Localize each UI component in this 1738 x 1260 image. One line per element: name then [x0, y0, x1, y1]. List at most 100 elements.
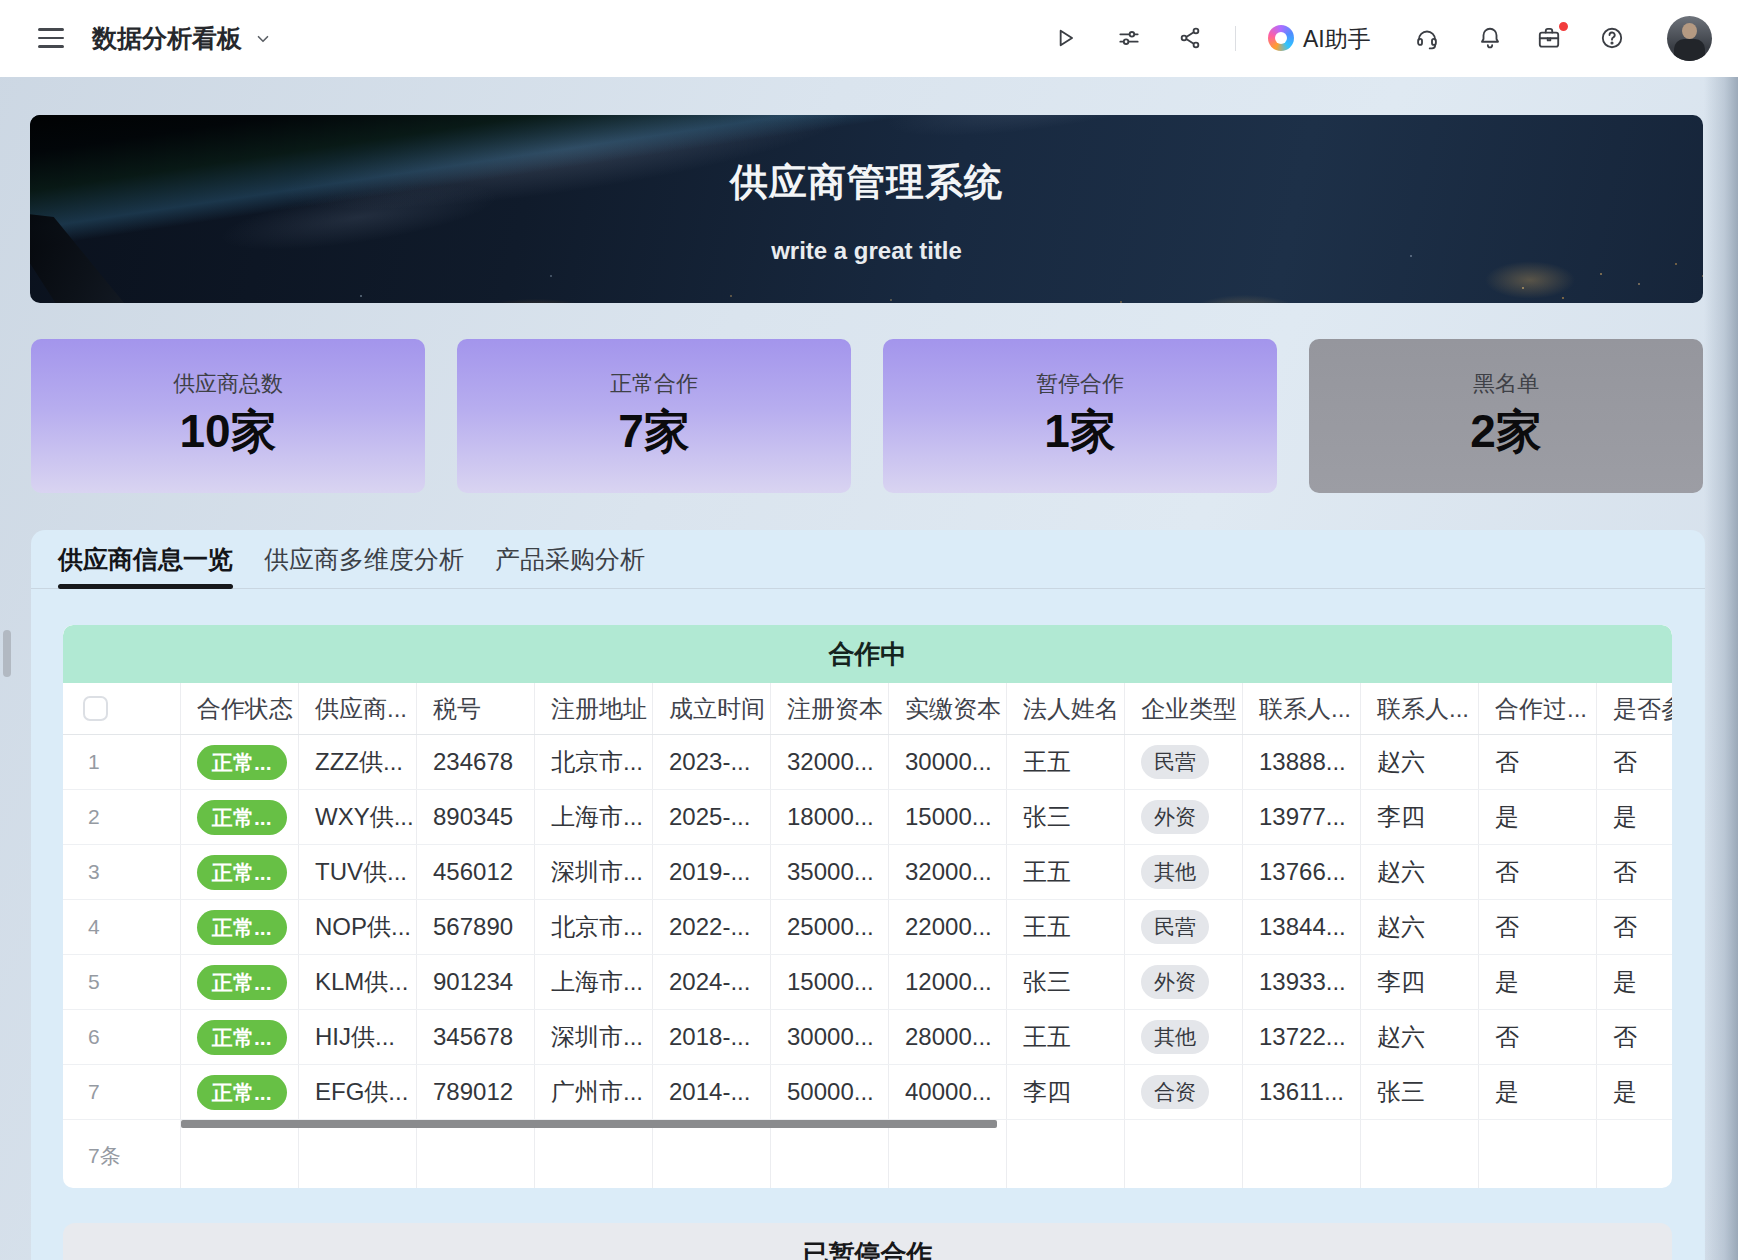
- table-row[interactable]: 5正常...KLM供...901234上海市...2024-...15000..…: [63, 955, 1672, 1010]
- table-footer-row: 7条: [63, 1120, 1672, 1188]
- table-cell: EFG供...: [299, 1065, 417, 1119]
- play-icon[interactable]: [1052, 25, 1078, 51]
- stat-card[interactable]: 暂停合作1家: [883, 339, 1277, 493]
- stat-card[interactable]: 黑名单2家: [1309, 339, 1703, 493]
- bell-icon[interactable]: [1477, 25, 1503, 51]
- hero-subtitle: write a great title: [30, 237, 1703, 265]
- stat-label: 暂停合作: [883, 371, 1277, 397]
- table-cell: [771, 1120, 889, 1188]
- table-row[interactable]: 3正常...TUV供...456012深圳市...2019-...35000..…: [63, 845, 1672, 900]
- table-row[interactable]: 1正常...ZZZ供...234678北京市...2023-...32000..…: [63, 735, 1672, 790]
- table-cell: [1597, 1120, 1672, 1188]
- table-cell: 13722...: [1243, 1010, 1361, 1064]
- table-cell: 28000...: [889, 1010, 1007, 1064]
- horizontal-scrollbar[interactable]: [181, 1120, 997, 1128]
- table-cell: 张三: [1361, 1065, 1479, 1119]
- help-icon[interactable]: [1599, 25, 1625, 51]
- table-cell: TUV供...: [299, 845, 417, 899]
- enterprise-type-tag: 外资: [1141, 800, 1209, 834]
- table-cell: 30000...: [889, 735, 1007, 789]
- table-cell: 民营: [1125, 900, 1243, 954]
- table-cell: 是: [1479, 1065, 1597, 1119]
- table-cell: 上海市...: [535, 955, 653, 1009]
- table-cell: 是: [1597, 790, 1672, 844]
- headset-icon[interactable]: [1414, 25, 1440, 51]
- status-badge: 正常...: [197, 910, 287, 945]
- dashboard-title: 数据分析看板: [92, 24, 242, 52]
- ai-assistant-label[interactable]: AI助手: [1303, 26, 1371, 52]
- tab-item[interactable]: 产品采购分析: [495, 544, 645, 588]
- table-cell: 李四: [1361, 955, 1479, 1009]
- table-cell: 北京市...: [535, 900, 653, 954]
- table-cell: 13933...: [1243, 955, 1361, 1009]
- table-cell: 32000...: [771, 735, 889, 789]
- table-cell: 18000...: [771, 790, 889, 844]
- row-count: 7条: [63, 1120, 181, 1188]
- table-title: 合作中: [63, 625, 1672, 683]
- topbar: 数据分析看板 AI助手: [0, 0, 1738, 77]
- stats-row: 供应商总数 10家正常合作7家暂停合作1家黑名单2家: [31, 339, 1704, 493]
- tab-item[interactable]: 供应商多维度分析: [264, 544, 464, 588]
- table-cell: 王五: [1007, 900, 1125, 954]
- table-cell: 广州市...: [535, 1065, 653, 1119]
- table-cell: 赵六: [1361, 735, 1479, 789]
- status-badge: 正常...: [197, 855, 287, 890]
- table-cell: 是: [1479, 790, 1597, 844]
- table-cell: 567890: [417, 900, 535, 954]
- table-cell: 民营: [1125, 735, 1243, 789]
- avatar[interactable]: [1667, 16, 1712, 61]
- stat-label: 供应商总数: [31, 371, 425, 397]
- select-all-checkbox[interactable]: [83, 696, 108, 721]
- stat-card[interactable]: 供应商总数 10家: [31, 339, 425, 493]
- column-header: 法人姓名: [1007, 683, 1125, 734]
- settings-sliders-icon[interactable]: [1116, 25, 1142, 51]
- tab-active[interactable]: 供应商信息一览: [58, 544, 233, 588]
- table-row[interactable]: 6正常...HIJ供...345678深圳市...2018-...30000..…: [63, 1010, 1672, 1065]
- table-row[interactable]: 2正常...WXY供...890345上海市...2025-...18000..…: [63, 790, 1672, 845]
- table-row[interactable]: 7正常...EFG供...789012广州市...2014-...50000..…: [63, 1065, 1672, 1120]
- table-cell: 25000...: [771, 900, 889, 954]
- table-cell: 12000...: [889, 955, 1007, 1009]
- stat-value: 10家: [31, 405, 425, 457]
- table-cell: 王五: [1007, 845, 1125, 899]
- chevron-down-icon[interactable]: [254, 30, 272, 48]
- table-cell: 深圳市...: [535, 1010, 653, 1064]
- menu-icon[interactable]: [38, 28, 64, 48]
- column-header: 合作状态: [181, 683, 299, 734]
- column-header: 合作过...: [1479, 683, 1597, 734]
- table-cell: 15000...: [889, 790, 1007, 844]
- table-cell: 李四: [1007, 1065, 1125, 1119]
- table-cell: 22000...: [889, 900, 1007, 954]
- table-cell: 13977...: [1243, 790, 1361, 844]
- table-cell: 2019-...: [653, 845, 771, 899]
- table-cell: 李四: [1361, 790, 1479, 844]
- table-cell: 赵六: [1361, 845, 1479, 899]
- enterprise-type-tag: 其他: [1141, 1020, 1209, 1054]
- status-badge: 正常...: [197, 965, 287, 1000]
- tab-bar: 供应商信息一览供应商多维度分析产品采购分析: [31, 530, 1705, 589]
- table-cell: 2023-...: [653, 735, 771, 789]
- table-cell: 15000...: [771, 955, 889, 1009]
- row-number: 4: [63, 900, 181, 954]
- table-cell: 是: [1479, 955, 1597, 1009]
- table-cell: 否: [1597, 735, 1672, 789]
- table-cell: 789012: [417, 1065, 535, 1119]
- table-cell: [653, 1120, 771, 1188]
- column-header: 供应商...: [299, 683, 417, 734]
- table-cell: 否: [1597, 1010, 1672, 1064]
- table-cell: [1479, 1120, 1597, 1188]
- status-badge: 正常...: [197, 1075, 287, 1110]
- enterprise-type-tag: 其他: [1141, 855, 1209, 889]
- vertical-scrollbar[interactable]: [3, 630, 11, 677]
- table-cell: KLM供...: [299, 955, 417, 1009]
- stat-card[interactable]: 正常合作7家: [457, 339, 851, 493]
- table-cell: [1243, 1120, 1361, 1188]
- column-header: 实缴资本: [889, 683, 1007, 734]
- stat-label: 正常合作: [457, 371, 851, 397]
- table-cell: 正常...: [181, 900, 299, 954]
- table-cell: [299, 1120, 417, 1188]
- table-row[interactable]: 4正常...NOP供...567890北京市...2022-...25000..…: [63, 900, 1672, 955]
- table-cell: 35000...: [771, 845, 889, 899]
- share-icon[interactable]: [1177, 25, 1203, 51]
- ai-assistant-logo-icon[interactable]: [1268, 25, 1294, 51]
